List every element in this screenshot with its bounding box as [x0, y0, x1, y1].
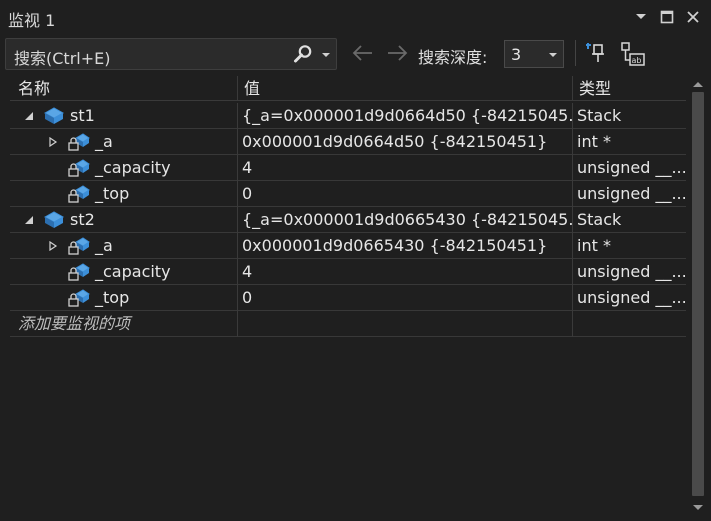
variable-name: st2 [70, 210, 95, 229]
arrow-right-icon[interactable] [384, 42, 410, 64]
private-member-icon [68, 159, 90, 177]
watch-row[interactable]: _top 0 unsigned __... [10, 285, 686, 311]
value-cell[interactable]: {_a=0x000001d9d0665430 {-84215045... [238, 207, 573, 233]
search-depth-value: 3 [511, 45, 522, 64]
value-cell[interactable]: 4 [238, 259, 573, 285]
type-cell: int * [577, 132, 611, 151]
name-cell[interactable]: 添加要监视的项 [10, 311, 238, 337]
scroll-thumb[interactable] [692, 92, 704, 496]
type-cell: unsigned __... [577, 262, 686, 281]
search-depth-label: 搜索深度: [418, 48, 488, 67]
name-cell: st1 [10, 103, 238, 129]
pin-icon[interactable] [583, 40, 611, 68]
name-cell: _a [10, 233, 238, 259]
search-placeholder: 搜索(Ctrl+E) [14, 49, 111, 68]
maximize-button[interactable] [656, 6, 678, 28]
name-cell: _top [10, 181, 238, 207]
name-cell: st2 [10, 207, 238, 233]
chevron-down-icon [636, 14, 646, 19]
value-cell[interactable]: 4 [238, 155, 573, 181]
watch-row[interactable]: st1 {_a=0x000001d9d0664d50 {-84215045...… [10, 103, 686, 129]
collapse-icon[interactable] [24, 111, 34, 121]
chevron-down-icon[interactable] [319, 45, 333, 65]
value-cell [238, 311, 573, 337]
vertical-scrollbar[interactable] [688, 76, 708, 516]
window-title: 监视 1 [8, 11, 56, 30]
watch-row[interactable]: _a 0x000001d9d0665430 {-842150451} int * [10, 233, 686, 259]
watch-row[interactable]: _a 0x000001d9d0664d50 {-842150451} int * [10, 129, 686, 155]
search-depth-select[interactable]: 3 [504, 40, 564, 68]
type-cell: unsigned __... [577, 184, 686, 203]
scroll-down-icon[interactable] [692, 504, 704, 512]
search-icon[interactable] [293, 44, 313, 64]
private-member-icon [68, 263, 90, 281]
title-bar: 监视 1 [0, 0, 711, 34]
variable-name: _a [95, 132, 113, 151]
watch-row[interactable]: st2 {_a=0x000001d9d0665430 {-84215045...… [10, 207, 686, 233]
close-button[interactable] [682, 6, 704, 28]
maximize-icon [660, 10, 674, 24]
variable-name: _top [95, 288, 130, 307]
type-cell [573, 311, 686, 337]
column-header-type[interactable]: 类型 [573, 76, 686, 101]
name-cell: _capacity [10, 155, 238, 181]
toolbar-divider [575, 40, 576, 66]
watch-row[interactable]: _capacity 4 unsigned __... [10, 259, 686, 285]
name-cell: _top [10, 285, 238, 311]
variable-name: st1 [70, 106, 95, 125]
variable-name: _capacity [95, 262, 171, 281]
type-cell: unsigned __... [577, 158, 686, 177]
add-watch-placeholder: 添加要监视的项 [18, 314, 131, 333]
variable-name: _a [95, 236, 113, 255]
type-cell: Stack [577, 106, 622, 125]
hex-display-icon[interactable]: ab [618, 40, 646, 68]
window-menu-button[interactable] [630, 6, 652, 28]
grid-header: 名称 值 类型 [10, 76, 686, 101]
value-cell[interactable]: {_a=0x000001d9d0664d50 {-84215045... [238, 103, 573, 129]
svg-text:ab: ab [632, 56, 642, 65]
variable-name: _capacity [95, 158, 171, 177]
scroll-up-icon[interactable] [692, 80, 704, 88]
watch-row[interactable]: _capacity 4 unsigned __... [10, 155, 686, 181]
type-cell: unsigned __... [577, 288, 686, 307]
name-cell: _capacity [10, 259, 238, 285]
collapse-icon[interactable] [24, 215, 34, 225]
watch-grid: 名称 值 类型 st1 {_a=0x000001d9d0664d50 {-842… [10, 76, 686, 521]
private-member-icon [68, 185, 90, 203]
object-icon [43, 107, 65, 124]
add-watch-row[interactable]: 添加要监视的项 [10, 311, 686, 337]
expand-icon[interactable] [48, 241, 58, 251]
name-cell: _a [10, 129, 238, 155]
watch-toolbar: 搜索(Ctrl+E) 搜索深度: 3 ab [0, 36, 711, 72]
column-header-value[interactable]: 值 [238, 76, 573, 101]
chevron-down-icon [549, 53, 557, 57]
type-cell: int * [577, 236, 611, 255]
expand-icon[interactable] [48, 137, 58, 147]
private-member-icon [68, 289, 90, 307]
arrow-left-icon[interactable] [350, 42, 376, 64]
value-cell[interactable]: 0x000001d9d0665430 {-842150451} [238, 233, 573, 259]
value-cell[interactable]: 0x000001d9d0664d50 {-842150451} [238, 129, 573, 155]
watch-row[interactable]: _top 0 unsigned __... [10, 181, 686, 207]
type-cell: Stack [577, 210, 622, 229]
search-input[interactable]: 搜索(Ctrl+E) [5, 38, 337, 70]
private-member-icon [68, 237, 90, 255]
value-cell[interactable]: 0 [238, 181, 573, 207]
column-header-name[interactable]: 名称 [10, 76, 238, 101]
variable-name: _top [95, 184, 130, 203]
close-icon [687, 11, 699, 23]
private-member-icon [68, 133, 90, 151]
object-icon [43, 211, 65, 228]
value-cell[interactable]: 0 [238, 285, 573, 311]
